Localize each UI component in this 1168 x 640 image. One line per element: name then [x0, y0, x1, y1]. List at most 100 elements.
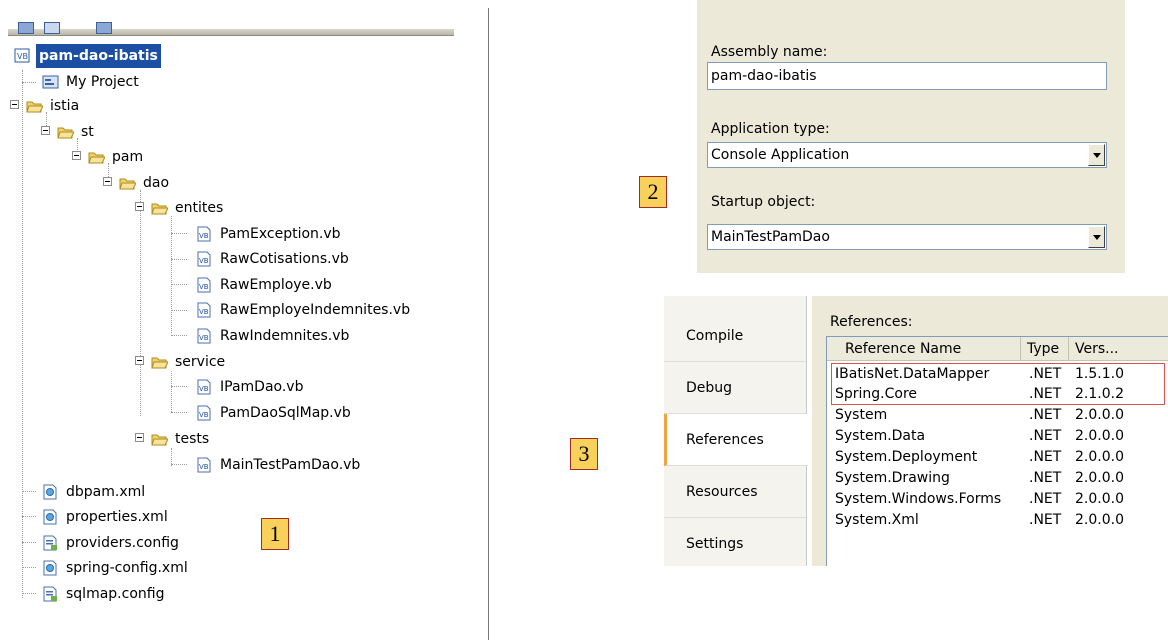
tree-item-dao[interactable]: dao — [119, 171, 171, 195]
tree-item-pamexception[interactable]: VB PamException.vb — [196, 222, 343, 246]
svg-text:VB: VB — [199, 283, 209, 291]
tree-item-rawcotisations[interactable]: VB RawCotisations.vb — [196, 247, 351, 271]
reference-type: .NET — [1029, 470, 1062, 486]
tree-item-rawindemnites[interactable]: VB RawIndemnites.vb — [196, 324, 351, 348]
startup-object-select[interactable]: MainTestPamDao — [707, 224, 1107, 250]
tree-label: providers.config — [66, 535, 179, 551]
startup-object-value: MainTestPamDao — [711, 229, 830, 245]
references-list[interactable]: Reference Name Type Vers... IBatisNet.Da… — [826, 336, 1168, 566]
show-all-files-icon[interactable] — [44, 22, 60, 34]
reference-version: 2.0.0.0 — [1075, 407, 1124, 423]
tree-item-spring-config[interactable]: spring-config.xml — [42, 556, 190, 580]
vb-file-icon: VB — [196, 251, 213, 267]
column-header-type[interactable]: Type — [1021, 337, 1069, 361]
tree-item-providers[interactable]: providers.config — [42, 531, 181, 555]
tree-label: sqlmap.config — [66, 586, 165, 602]
expander-service[interactable] — [135, 356, 144, 365]
expander-dao[interactable] — [103, 177, 112, 186]
folder-open-icon — [88, 149, 105, 165]
toolbar-strip — [8, 29, 454, 36]
tree-label: istia — [50, 98, 80, 114]
table-row[interactable]: System.Deployment .NET 2.0.0.0 — [827, 447, 1168, 468]
tree-label: tests — [175, 431, 210, 447]
svg-text:VB: VB — [17, 52, 28, 61]
tab-debug[interactable]: Debug — [664, 362, 806, 414]
tree-item-dbpam[interactable]: dbpam.xml — [42, 480, 147, 504]
tree-item-properties[interactable]: properties.xml — [42, 505, 170, 529]
tree-root-project[interactable]: VB pam-dao-ibatis — [14, 44, 161, 68]
assembly-name-input[interactable]: pam-dao-ibatis — [707, 62, 1107, 90]
reference-version: 2.0.0.0 — [1075, 491, 1124, 507]
tree-item-ipamdao[interactable]: VB IPamDao.vb — [196, 375, 305, 399]
expander-entites[interactable] — [135, 202, 144, 211]
reference-version: 2.0.0.0 — [1075, 428, 1124, 444]
tab-compile[interactable]: Compile — [664, 310, 806, 362]
column-header-name[interactable]: Reference Name — [827, 337, 1021, 361]
table-row[interactable]: System.Data .NET 2.0.0.0 — [827, 426, 1168, 447]
tab-resources[interactable]: Resources — [664, 466, 806, 518]
tree-label: MainTestPamDao.vb — [220, 457, 361, 473]
references-pane: References: Reference Name Type Vers... … — [812, 296, 1168, 566]
reference-name: System — [835, 407, 888, 423]
tree-item-pamdaosqlmap[interactable]: VB PamDaoSqlMap.vb — [196, 401, 353, 425]
tree-label: RawEmploye.vb — [220, 277, 332, 293]
svg-text:VB: VB — [199, 385, 209, 393]
config-file-icon — [42, 586, 59, 602]
callout-3: 3 — [570, 438, 598, 470]
tree-label: pam — [112, 149, 144, 165]
tree-item-st[interactable]: st — [57, 120, 96, 144]
expander-istia[interactable] — [10, 100, 19, 109]
callout-1: 1 — [261, 518, 289, 550]
tree-item-my-project[interactable]: My Project — [42, 70, 141, 94]
tree-item-maintestpamdao[interactable]: VB MainTestPamDao.vb — [196, 453, 362, 477]
project-properties-references: Compile Debug References Resources Setti… — [664, 296, 1168, 566]
reference-type: .NET — [1029, 449, 1062, 465]
expander-st[interactable] — [41, 126, 50, 135]
folder-open-icon — [57, 124, 74, 140]
application-type-select[interactable]: Console Application — [707, 142, 1107, 168]
divider-line — [488, 8, 489, 640]
expander-tests[interactable] — [135, 433, 144, 442]
tree-item-rawemployeindemnites[interactable]: VB RawEmployeIndemnites.vb — [196, 298, 412, 322]
tab-settings[interactable]: Settings — [664, 518, 806, 566]
folder-open-icon — [119, 175, 136, 191]
tree-label: PamDaoSqlMap.vb — [220, 405, 351, 421]
application-type-label: Application type: — [711, 121, 830, 137]
reference-type: .NET — [1029, 491, 1062, 507]
table-row[interactable]: System.Xml .NET 2.0.0.0 — [827, 510, 1168, 531]
tree-item-rawemploye[interactable]: VB RawEmploye.vb — [196, 273, 334, 297]
column-header-version[interactable]: Vers... — [1069, 337, 1168, 361]
solution-explorer-tree: VB pam-dao-ibatis My Project istia st pa… — [0, 0, 460, 640]
tree-item-sqlmap[interactable]: sqlmap.config — [42, 582, 166, 606]
refresh-icon[interactable] — [96, 22, 112, 34]
table-row[interactable]: System.Windows.Forms .NET 2.0.0.0 — [827, 489, 1168, 510]
tree-label: service — [175, 354, 226, 370]
callout-2: 2 — [639, 176, 667, 208]
expander-pam[interactable] — [72, 151, 81, 160]
tab-references[interactable]: References — [664, 414, 808, 466]
tree-item-tests[interactable]: tests — [151, 427, 211, 451]
table-row[interactable]: System.Drawing .NET 2.0.0.0 — [827, 468, 1168, 489]
tree-label: properties.xml — [66, 509, 168, 525]
vb-file-icon: VB — [196, 277, 213, 293]
reference-name: System.Windows.Forms — [835, 491, 1002, 507]
chevron-down-icon[interactable] — [1088, 226, 1105, 248]
startup-object-label: Startup object: — [711, 194, 816, 210]
tree-item-service[interactable]: service — [151, 350, 227, 374]
vb-file-icon: VB — [196, 457, 213, 473]
tree-label: spring-config.xml — [66, 560, 188, 576]
reference-name: System.Xml — [835, 512, 919, 528]
table-row[interactable]: System .NET 2.0.0.0 — [827, 405, 1168, 426]
reference-name: System.Deployment — [835, 449, 978, 465]
tree-label: RawEmployeIndemnites.vb — [220, 302, 411, 318]
reference-version: 2.0.0.0 — [1075, 512, 1124, 528]
xml-file-icon — [42, 484, 59, 500]
folder-open-icon — [151, 354, 168, 370]
properties-icon[interactable] — [18, 22, 34, 34]
chevron-down-icon[interactable] — [1088, 144, 1105, 166]
tree-item-pam[interactable]: pam — [88, 145, 145, 169]
reference-type: .NET — [1029, 407, 1062, 423]
tree-item-entites[interactable]: entites — [151, 196, 225, 220]
xml-file-icon — [42, 509, 59, 525]
tree-item-istia[interactable]: istia — [26, 94, 81, 118]
